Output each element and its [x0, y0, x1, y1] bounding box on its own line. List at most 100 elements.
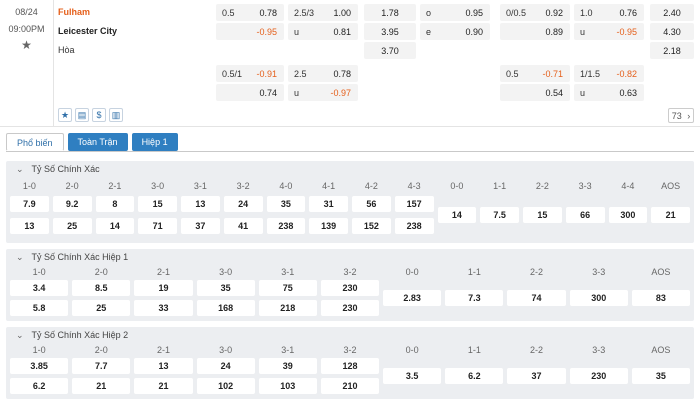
score-odds-cell[interactable]: 37: [181, 218, 220, 234]
score-odds-cell[interactable]: 66: [565, 207, 605, 223]
score-odds-cell[interactable]: 238: [394, 218, 434, 234]
odds-cell[interactable]: e 0.90: [420, 23, 490, 40]
section-header[interactable]: ⌄ Tỷ Số Chính Xác Hiệp 2: [6, 327, 694, 344]
score-odds-cell[interactable]: 35: [196, 280, 255, 296]
odds-cell[interactable]: 2.40: [650, 4, 694, 21]
score-odds-cell[interactable]: 39: [258, 358, 317, 374]
favorite-star-icon[interactable]: ★: [0, 38, 53, 52]
score-odds-cell[interactable]: 71: [138, 218, 177, 234]
odds-cell[interactable]: 0.5 -0.71: [500, 65, 570, 82]
score-odds-cell[interactable]: 6.2: [445, 368, 504, 384]
tab-full-match[interactable]: Toàn Trận: [67, 133, 128, 151]
odds-cell[interactable]: 2.5/3 1.00: [288, 4, 358, 21]
score-odds-cell[interactable]: 24: [196, 358, 255, 374]
score-odds-cell[interactable]: 75: [258, 280, 317, 296]
score-odds-cell[interactable]: 33: [134, 300, 193, 316]
score-odds-cell[interactable]: 14: [437, 207, 477, 223]
score-odds-cell[interactable]: 139: [309, 218, 348, 234]
score-odds-cell[interactable]: 8: [95, 196, 135, 212]
score-odds-cell[interactable]: 74: [507, 290, 566, 306]
section-header[interactable]: ⌄ Tỷ Số Chính Xác: [6, 161, 694, 178]
score-odds-cell[interactable]: 8.5: [72, 280, 131, 296]
score-odds-cell[interactable]: 7.9: [10, 196, 49, 212]
score-odds-cell[interactable]: 230: [320, 300, 380, 316]
score-odds-cell[interactable]: 37: [507, 368, 566, 384]
score-odds-cell[interactable]: 230: [569, 368, 628, 384]
odds-cell[interactable]: 0.5 0.78: [216, 4, 284, 21]
odds-cell[interactable]: 2.18: [650, 42, 694, 59]
odds-cell[interactable]: 0.5/1 -0.91: [216, 65, 284, 82]
odds-cell[interactable]: 1.0 0.76: [574, 4, 644, 21]
dollar-icon[interactable]: $: [92, 108, 106, 122]
score-odds-cell[interactable]: 3.4: [10, 280, 69, 296]
odds-cell[interactable]: 0.89: [500, 23, 570, 40]
score-odds-cell[interactable]: 83: [631, 290, 690, 306]
score-odds-cell[interactable]: 152: [352, 218, 391, 234]
score-odds-cell[interactable]: 35: [266, 196, 306, 212]
section-header[interactable]: ⌄ Tỷ Số Chính Xác Hiệp 1: [6, 249, 694, 266]
away-team[interactable]: Leicester City: [58, 24, 117, 43]
score-odds-cell[interactable]: 210: [320, 378, 380, 394]
score-odds-cell[interactable]: 102: [196, 378, 255, 394]
chevron-right-icon: ›: [687, 110, 691, 121]
score-odds-cell[interactable]: 25: [52, 218, 92, 234]
home-team[interactable]: Fulham: [58, 5, 117, 24]
score-odds-cell[interactable]: 21: [134, 378, 193, 394]
odds-cell[interactable]: 1.78: [364, 4, 416, 21]
tab-first-half[interactable]: Hiệp 1: [131, 133, 178, 151]
odds-cell[interactable]: 3.70: [364, 42, 416, 59]
score-odds-cell[interactable]: 21: [651, 207, 690, 223]
score-odds-cell[interactable]: 5.8: [10, 300, 69, 316]
odds-cell[interactable]: 4.30: [650, 23, 694, 40]
odds-cell[interactable]: 0.54: [500, 84, 570, 101]
more-markets-button[interactable]: 73 ›: [668, 108, 694, 123]
odds-cell[interactable]: -0.95: [216, 23, 284, 40]
odds-cell[interactable]: u 0.63: [574, 84, 644, 101]
score-odds-cell[interactable]: 128: [320, 358, 380, 374]
score-odds-cell[interactable]: 24: [223, 196, 263, 212]
score-odds-cell[interactable]: 103: [258, 378, 317, 394]
score-odds-cell[interactable]: 238: [266, 218, 306, 234]
score-odds-cell[interactable]: 6.2: [10, 378, 69, 394]
score-odds-cell[interactable]: 7.5: [480, 207, 519, 223]
odds-cell[interactable]: u -0.95: [574, 23, 644, 40]
odds-cell[interactable]: 0/0.5 0.92: [500, 4, 570, 21]
score-odds-cell[interactable]: 218: [258, 300, 317, 316]
score-odds-cell[interactable]: 41: [223, 218, 263, 234]
score-odds-cell[interactable]: 13: [10, 218, 49, 234]
field-icon[interactable]: ▤: [75, 108, 89, 122]
score-odds-cell[interactable]: 230: [320, 280, 380, 296]
score-odds-cell[interactable]: 300: [608, 207, 648, 223]
score-odds-cell[interactable]: 15: [138, 196, 177, 212]
score-odds-cell[interactable]: 35: [631, 368, 690, 384]
score-odds-cell[interactable]: 13: [181, 196, 220, 212]
stats-icon[interactable]: ▥: [109, 108, 123, 122]
odds-cell[interactable]: 3.95: [364, 23, 416, 40]
score-odds-cell[interactable]: 157: [394, 196, 434, 212]
score-odds-cell[interactable]: 9.2: [52, 196, 92, 212]
odds-cell[interactable]: 1/1.5 -0.82: [574, 65, 644, 82]
star-icon[interactable]: ★: [58, 108, 72, 122]
score-odds-cell[interactable]: 2.83: [383, 290, 442, 306]
tab-popular[interactable]: Phổ biến: [6, 133, 64, 151]
odds-cell[interactable]: u -0.97: [288, 84, 358, 101]
score-header: 2-1: [108, 181, 122, 191]
score-odds-cell[interactable]: 168: [196, 300, 255, 316]
score-odds-cell[interactable]: 3.5: [383, 368, 442, 384]
score-odds-cell[interactable]: 3.85: [10, 358, 69, 374]
score-odds-cell[interactable]: 19: [134, 280, 193, 296]
score-odds-cell[interactable]: 300: [569, 290, 628, 306]
odds-cell[interactable]: 2.5 0.78: [288, 65, 358, 82]
odds-cell[interactable]: 0.74: [216, 84, 284, 101]
score-odds-cell[interactable]: 56: [352, 196, 391, 212]
score-odds-cell[interactable]: 15: [523, 207, 562, 223]
odds-cell[interactable]: u 0.81: [288, 23, 358, 40]
score-odds-cell[interactable]: 13: [134, 358, 193, 374]
score-odds-cell[interactable]: 25: [72, 300, 131, 316]
odds-cell[interactable]: o 0.95: [420, 4, 490, 21]
score-odds-cell[interactable]: 21: [72, 378, 131, 394]
score-odds-cell[interactable]: 14: [95, 218, 135, 234]
score-odds-cell[interactable]: 7.7: [72, 358, 131, 374]
score-odds-cell[interactable]: 7.3: [445, 290, 504, 306]
score-odds-cell[interactable]: 31: [309, 196, 348, 212]
